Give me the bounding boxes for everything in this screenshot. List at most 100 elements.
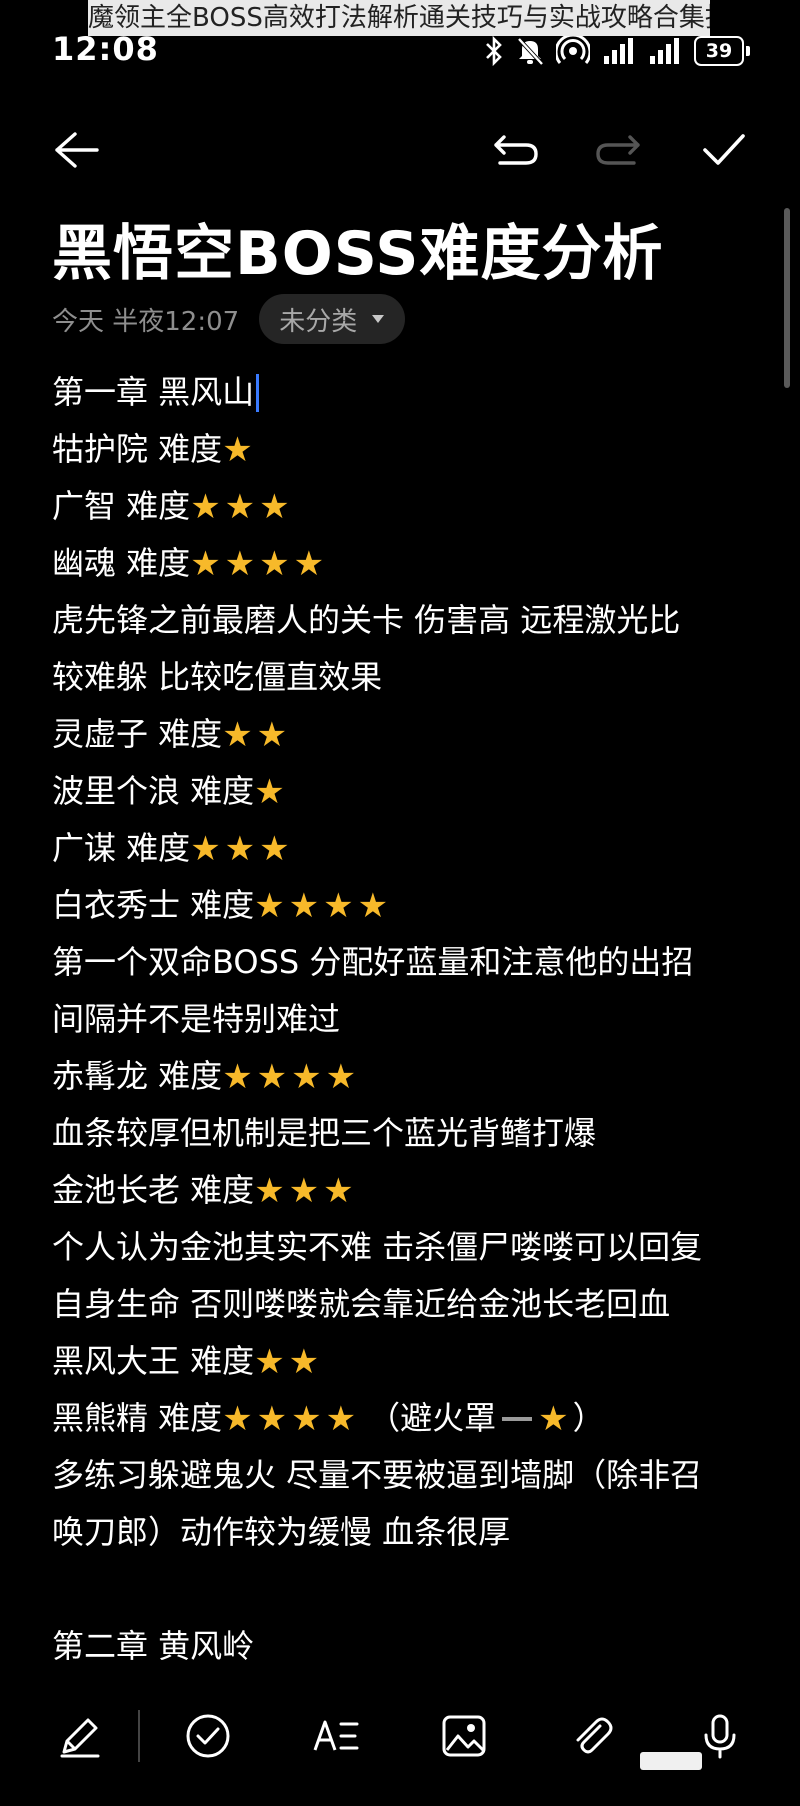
battery-indicator: 39 — [694, 36, 750, 66]
note-line-text: 个人认为金池其实不难 击杀僵尸喽喽可以回复 — [52, 1228, 703, 1266]
pen-icon — [60, 1718, 100, 1758]
note-line-text: 第一章 黑风山 — [52, 373, 255, 411]
attachment-icon — [576, 1717, 613, 1754]
note-line-text: 虎先锋之前最磨人的关卡 伤害高 远程激光比 — [52, 601, 681, 639]
note-line: 广谋 难度 ★ ★ ★ — [52, 820, 762, 877]
star-icon: ★ — [190, 486, 221, 527]
check-icon — [703, 134, 745, 165]
star-icon: ★ — [325, 1398, 357, 1439]
note-line-text: 赤髯龙 难度 — [52, 1057, 223, 1095]
undo-icon — [494, 135, 538, 165]
note-line-text: 多练习躲避鬼火 尽量不要被逼到墙脚（除非召 — [52, 1456, 703, 1494]
redo-button[interactable] — [594, 126, 642, 174]
note-line: 个人认为金池其实不难 击杀僵尸喽喽可以回复 — [52, 1219, 762, 1276]
note-title[interactable]: 黑悟空BOSS难度分析 — [52, 205, 663, 292]
star-icon: ★ — [224, 486, 256, 527]
battery-tip — [746, 46, 750, 56]
save-check-button[interactable] — [700, 126, 748, 174]
note-line: 唤刀郎）动作较为缓慢 血条很厚 — [52, 1504, 762, 1561]
text-format-icon — [313, 1720, 359, 1751]
star-icon: ★ — [254, 885, 285, 926]
attachment-button[interactable] — [564, 1708, 620, 1764]
note-line-text: 自身生命 否则喽喽就会靠近给金池长老回血 — [52, 1285, 671, 1323]
star-icon: ★ — [254, 771, 285, 812]
note-line: 自身生命 否则喽喽就会靠近给金池长老回血 — [52, 1276, 762, 1333]
watermark-logo — [640, 1752, 702, 1770]
star-icon: ★ — [293, 543, 325, 584]
text-cursor — [256, 373, 260, 412]
note-line-text: 牯护院 难度 — [52, 430, 223, 468]
star-icon: ★ — [291, 1056, 322, 1097]
scrollbar[interactable] — [784, 208, 790, 388]
note-line-text: 第一个双命BOSS 分配好蓝量和注意他的出招 — [52, 943, 694, 981]
hotspot-icon — [556, 36, 590, 64]
star-icon: ★ — [222, 429, 253, 470]
dash-separator — [502, 1416, 533, 1421]
overlay-title-banner: 魔领主全BOSS高效打法解析通关技巧与实战攻略合集指 — [88, 0, 710, 36]
note-line — [52, 1561, 762, 1618]
status-icons: 39 — [484, 34, 750, 68]
note-line-text: 金池长老 难度 — [52, 1171, 255, 1209]
note-line-text: 黑风大王 难度 — [52, 1342, 255, 1380]
toolbar-divider — [138, 1710, 140, 1762]
note-line: 广智 难度 ★ ★ ★ — [52, 478, 762, 535]
handwriting-button[interactable] — [52, 1708, 108, 1764]
note-line-text: 较难躲 比较吃僵直效果 — [52, 658, 383, 696]
star-icon: ★ — [224, 828, 256, 869]
note-line-text: 唤刀郎）动作较为缓慢 血条很厚 — [52, 1513, 511, 1551]
signal-icon — [604, 38, 633, 64]
note-meta: 今天 半夜12:07 未分类 — [52, 294, 406, 344]
note-line-text: 广智 难度 — [52, 487, 191, 525]
note-line: 第一个双命BOSS 分配好蓝量和注意他的出招 — [52, 934, 762, 991]
star-icon: ★ — [256, 1398, 288, 1439]
star-icon: ★ — [190, 828, 221, 869]
signal-icon-2 — [650, 38, 679, 64]
note-line: 幽魂 难度 ★ ★ ★ ★ — [52, 535, 762, 592]
microphone-icon — [704, 1714, 736, 1759]
star-icon: ★ — [256, 714, 288, 755]
star-icon: ★ — [325, 1056, 357, 1097]
note-line: 较难躲 比较吃僵直效果 — [52, 649, 762, 706]
note-line: 波里个浪 难度 ★ — [52, 763, 762, 820]
checklist-icon — [186, 1714, 230, 1758]
checklist-button[interactable] — [180, 1708, 236, 1764]
back-button[interactable] — [52, 126, 100, 174]
star-icon: ★ — [190, 543, 221, 584]
star-icon: ★ — [288, 885, 320, 926]
bluetooth-icon — [486, 36, 502, 66]
note-body[interactable]: 第一章 黑风山 牯护院 难度 ★ 广智 难度 ★ ★ ★ 幽魂 难度 ★ ★ ★ ★ 虎先锋之前最磨人的… — [52, 364, 762, 1675]
note-line: 虎先锋之前最磨人的关卡 伤害高 远程激光比 — [52, 592, 762, 649]
note-line-suffix: （避火罩 — [368, 1399, 497, 1437]
star-icon: ★ — [357, 885, 389, 926]
star-icon: ★ — [222, 714, 253, 755]
star-icon: ★ — [256, 1056, 288, 1097]
note-line-text: 波里个浪 难度 — [52, 772, 255, 810]
star-icon: ★ — [259, 486, 290, 527]
star-icon: ★ — [254, 1170, 285, 1211]
note-line: 血条较厚但机制是把三个蓝光背鳍打爆 — [52, 1105, 762, 1162]
star-icon: ★ — [222, 1056, 253, 1097]
star-icon: ★ — [288, 1341, 320, 1382]
insert-image-button[interactable] — [436, 1708, 492, 1764]
note-line: 黑熊精 难度 ★ ★ ★ ★ （避火罩 ★） — [52, 1390, 762, 1447]
note-line: 第一章 黑风山 — [52, 364, 762, 421]
note-line-text: 血条较厚但机制是把三个蓝光背鳍打爆 — [52, 1114, 597, 1152]
note-line-text: 广谋 难度 — [52, 829, 191, 867]
image-icon — [442, 1715, 486, 1757]
note-line-text: 黑熊精 难度 — [52, 1399, 223, 1437]
note-line: 灵虚子 难度 ★ ★ — [52, 706, 762, 763]
note-date: 今天 半夜12:07 — [52, 306, 240, 337]
note-line-text: 第二章 黄风岭 — [52, 1627, 255, 1665]
star-icon: ★ — [224, 543, 256, 584]
text-format-button[interactable] — [308, 1708, 364, 1764]
star-icon: ★ — [323, 885, 354, 926]
note-line-text: 白衣秀士 难度 — [52, 886, 255, 924]
category-dropdown[interactable]: 未分类 — [259, 294, 406, 344]
star-icon: ★ — [538, 1398, 569, 1439]
note-line: 第二章 黄风岭 — [52, 1618, 762, 1675]
star-icon: ★ — [291, 1398, 322, 1439]
undo-button[interactable] — [492, 126, 540, 174]
star-icon: ★ — [288, 1170, 320, 1211]
note-line-text: 间隔并不是特别难过 — [52, 1000, 341, 1038]
note-line: 多练习躲避鬼火 尽量不要被逼到墙脚（除非召 — [52, 1447, 762, 1504]
